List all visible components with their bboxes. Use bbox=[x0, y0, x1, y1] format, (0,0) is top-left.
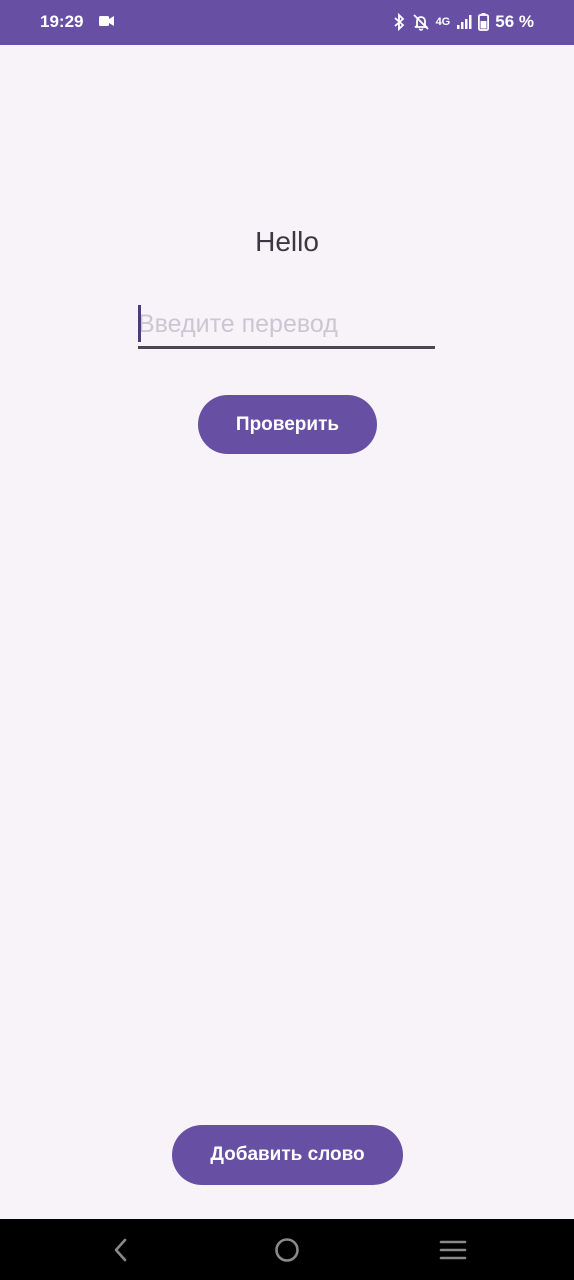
add-word-button[interactable]: Добавить слово bbox=[172, 1125, 403, 1185]
status-bar: 19:29 4G 56 % bbox=[0, 0, 574, 45]
video-icon bbox=[99, 16, 114, 26]
battery-percent: 56 % bbox=[495, 12, 534, 31]
recent-apps-button[interactable] bbox=[436, 1233, 470, 1267]
status-time: 19:29 bbox=[40, 12, 84, 31]
navigation-bar bbox=[0, 1219, 574, 1280]
text-cursor bbox=[138, 305, 141, 342]
check-button[interactable]: Проверить bbox=[198, 395, 377, 454]
home-button[interactable] bbox=[270, 1233, 304, 1267]
recent-apps-icon bbox=[439, 1240, 467, 1260]
battery-icon bbox=[478, 13, 490, 31]
bluetooth-icon bbox=[393, 13, 404, 31]
back-icon bbox=[114, 1238, 127, 1262]
status-icons: 4G 56 % bbox=[392, 10, 534, 34]
signal-icon bbox=[457, 15, 472, 29]
network-type: 4G bbox=[435, 16, 451, 28]
home-icon bbox=[275, 1238, 299, 1262]
translation-input[interactable] bbox=[138, 303, 435, 349]
mute-icon bbox=[412, 14, 429, 31]
back-button[interactable] bbox=[104, 1233, 138, 1267]
word-to-translate: Hello bbox=[255, 226, 319, 257]
